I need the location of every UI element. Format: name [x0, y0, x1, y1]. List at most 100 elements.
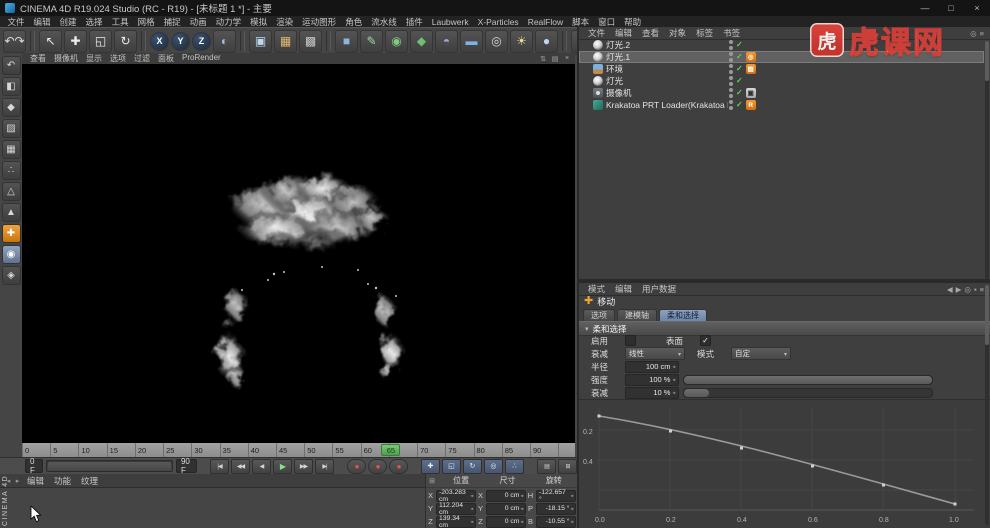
radius-field[interactable]: 100 cm	[625, 360, 679, 373]
rotation-h-field[interactable]: -122.657 °	[536, 489, 576, 503]
menu-item-0[interactable]: 文件	[3, 16, 29, 28]
menu-item-7[interactable]: 动画	[185, 16, 211, 28]
coordinate-system-button[interactable]: ◐	[213, 29, 236, 53]
size-y-field[interactable]: 0 cm	[486, 502, 526, 515]
surface-checkbox[interactable]: ✓	[700, 335, 711, 346]
tab-柔和选择[interactable]: 柔和选择	[659, 309, 707, 321]
enabled-check-icon[interactable]: ✓	[736, 89, 743, 97]
render-picture-viewer-button[interactable]: ▦	[274, 29, 297, 53]
record-scale-button[interactable]: ◱	[441, 458, 461, 474]
menu-item-3[interactable]: 选择	[81, 16, 107, 28]
frame-tick-25[interactable]: 25	[163, 443, 191, 457]
record-selection-button[interactable]: ●	[388, 458, 408, 474]
om-menu-item-1[interactable]: 编辑	[610, 27, 637, 39]
vp-menu-item-0[interactable]: 查看	[26, 53, 50, 64]
target-tag-icon[interactable]: ◎	[745, 52, 756, 62]
points-mode-icon[interactable]: ∴	[1, 161, 21, 180]
add-subdivision-button[interactable]: ◉	[385, 29, 408, 53]
menu-item-18[interactable]: 脚本	[568, 16, 594, 28]
mat-nav-right-icon[interactable]: ▸	[13, 477, 22, 485]
vp-menu-item-5[interactable]: 面板	[154, 53, 178, 64]
am-menu-item-1[interactable]: 编辑	[610, 283, 637, 295]
enabled-check-icon[interactable]: ✓	[736, 101, 743, 109]
decay-field[interactable]: 10 %	[625, 386, 679, 399]
goto-end-button[interactable]: ▶|	[314, 458, 334, 474]
enable-axis-icon[interactable]: ✚	[1, 224, 21, 243]
object-row-5[interactable]: Krakatoa PRT Loader(Krakatoa PRT 加载)✓R	[579, 99, 984, 111]
menu-icon[interactable]: ≡	[980, 285, 984, 294]
search-icon[interactable]: ◎	[964, 285, 971, 294]
position-x-field[interactable]: -203.283 cm	[436, 489, 476, 503]
add-spline-button[interactable]: ✎	[360, 29, 383, 53]
live-selection-button[interactable]: ↖	[39, 29, 62, 53]
frame-tick-10[interactable]: 10	[78, 443, 106, 457]
scale-tool-button[interactable]: ◱	[89, 29, 112, 53]
add-deformer-button[interactable]: ◓	[435, 29, 458, 53]
om-menu-item-3[interactable]: 对象	[664, 27, 691, 39]
texture-mode-icon[interactable]: ▨	[1, 119, 21, 138]
menu-item-8[interactable]: 动力学	[211, 16, 246, 28]
frame-tick-0[interactable]: 0	[22, 443, 50, 457]
size-z-field[interactable]: 0 cm	[486, 515, 526, 528]
record-objects-button[interactable]: ●	[346, 458, 366, 474]
falloff-curve-editor[interactable]: 0.2 0.4 0.0 0.2 0.4 0.6 0.8 1.0	[579, 399, 990, 528]
frame-tick-90[interactable]: 90	[529, 443, 558, 457]
menu-item-2[interactable]: 创建	[55, 16, 81, 28]
menu-item-5[interactable]: 网格	[133, 16, 159, 28]
play-button[interactable]: ▶	[272, 458, 292, 474]
vp-menu-item-3[interactable]: 选项	[106, 53, 130, 64]
menu-item-19[interactable]: 窗口	[594, 16, 620, 28]
menu-item-17[interactable]: RealFlow	[523, 17, 567, 27]
om-menu-item-2[interactable]: 查看	[637, 27, 664, 39]
viewport-filter-icon[interactable]: ◉	[1, 245, 21, 264]
enabled-check-icon[interactable]: ✓	[736, 65, 743, 73]
menu-item-9[interactable]: 模拟	[246, 16, 272, 28]
menu-item-16[interactable]: X-Particles	[473, 17, 523, 27]
maximize-button[interactable]: □	[938, 0, 964, 16]
krakatoa-tag-icon[interactable]: R	[745, 100, 756, 110]
frame-tick-45[interactable]: 45	[275, 443, 304, 457]
autokeying-button[interactable]: ●	[367, 458, 387, 474]
frame-tick-30[interactable]: 30	[191, 443, 219, 457]
frame-options-button[interactable]: ⊞	[557, 458, 577, 474]
menu-item-12[interactable]: 角色	[341, 16, 367, 28]
current-frame-field[interactable]: 0 F	[25, 457, 43, 475]
frame-tick-5[interactable]: 5	[50, 443, 78, 457]
add-camera-button[interactable]: ◎	[485, 29, 508, 53]
polygons-mode-icon[interactable]: ▲	[1, 203, 21, 222]
menu-item-13[interactable]: 流水线	[367, 16, 402, 28]
om-menu-item-0[interactable]: 文件	[583, 27, 610, 39]
convert-editable-icon[interactable]: ◧	[1, 77, 21, 96]
strength-slider[interactable]	[683, 374, 933, 385]
om-menu-item-5[interactable]: 书签	[718, 27, 745, 39]
frame-tick-80[interactable]: 80	[473, 443, 502, 457]
z-axis-lock-button[interactable]: Z	[192, 31, 211, 51]
x-axis-lock-button[interactable]: X	[150, 31, 169, 51]
menu-item-15[interactable]: Laubwerk	[427, 17, 473, 27]
model-mode-icon[interactable]: ◆	[1, 98, 21, 117]
vp-menu-item-1[interactable]: 摄像机	[50, 53, 82, 64]
enabled-check-icon[interactable]: ✓	[736, 53, 743, 61]
om-menu-item-4[interactable]: 标签	[691, 27, 718, 39]
frame-tick-70[interactable]: 70	[417, 443, 445, 457]
timeline-ruler[interactable]: 65 051015202530354045505560657075808590	[22, 443, 575, 457]
undo-redo-button[interactable]: ↶↷	[3, 29, 26, 53]
am-menu-item-0[interactable]: 模式	[583, 283, 610, 295]
lock-icon[interactable]: ▪	[974, 285, 977, 294]
attribute-scrollbar[interactable]	[985, 285, 989, 525]
coordinates-icon[interactable]: ⊞	[426, 477, 438, 485]
next-frame-button[interactable]: ▶▶	[293, 458, 313, 474]
maximize-view-icon[interactable]: ▤	[550, 55, 560, 63]
close-view-icon[interactable]: ×	[562, 55, 572, 63]
add-floor-button[interactable]: ▬	[460, 29, 483, 53]
mat-menu-item-1[interactable]: 功能	[49, 475, 76, 487]
vp-menu-item-6[interactable]: ProRender	[178, 53, 225, 64]
playback-rate-button[interactable]: ▤	[536, 458, 556, 474]
visibility-dots-icon[interactable]	[729, 76, 733, 86]
prev-key-button[interactable]: ◀◀	[230, 458, 250, 474]
end-frame-field[interactable]: 90 F	[175, 457, 197, 475]
menu-item-11[interactable]: 运动图形	[298, 16, 341, 28]
vp-menu-item-4[interactable]: 过滤	[130, 53, 154, 64]
menu-icon[interactable]: ≡	[980, 29, 984, 38]
object-row-2[interactable]: 环境 ✓ ▨	[579, 63, 984, 75]
